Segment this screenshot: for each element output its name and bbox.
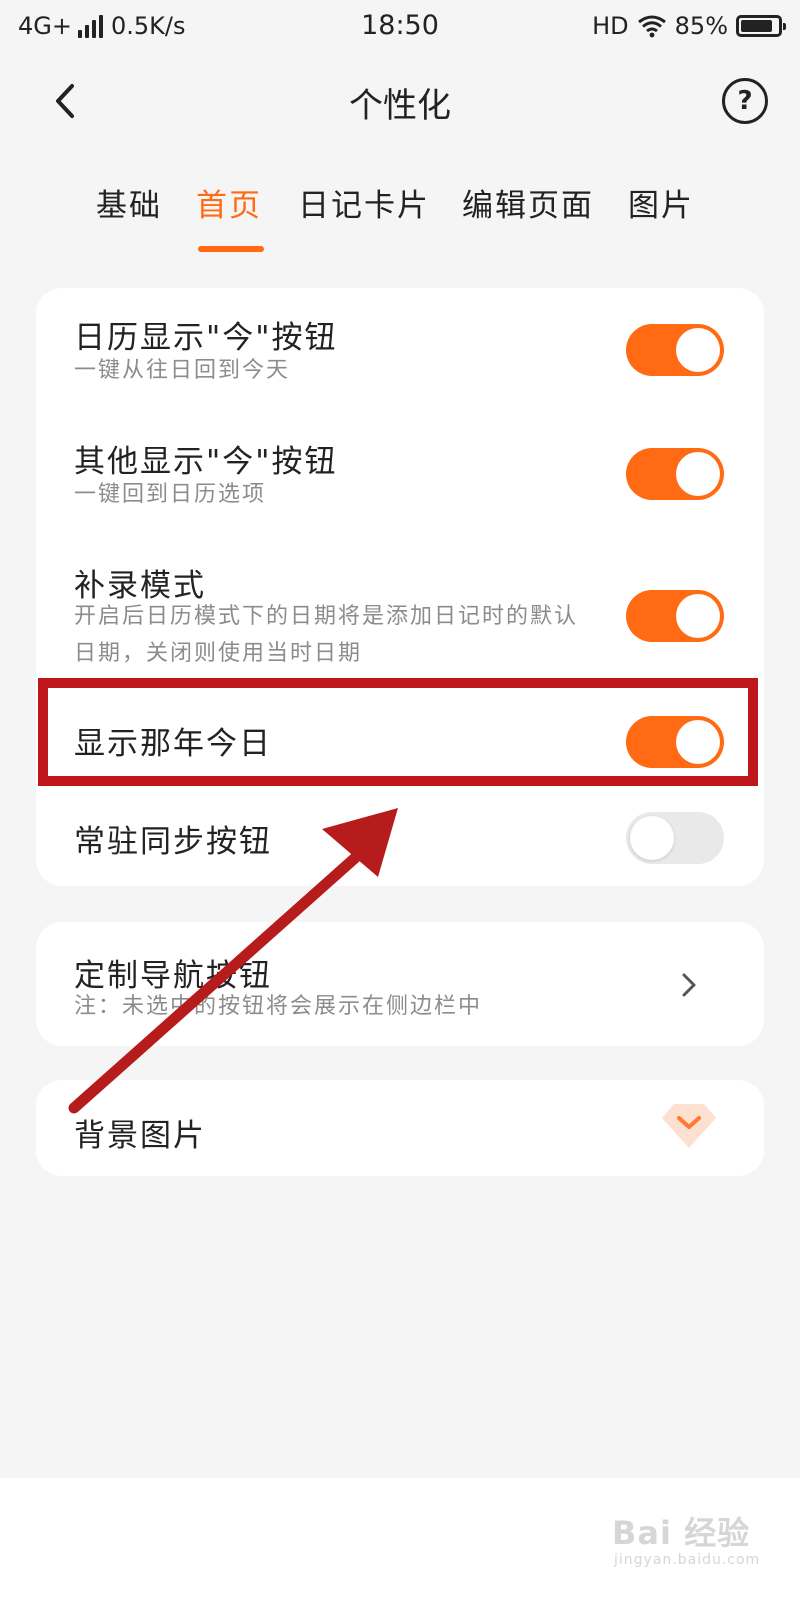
header: 个性化 ? (0, 60, 800, 144)
tab-indicator (198, 246, 264, 252)
setting-title: 日历显示"今"按钮 (74, 320, 338, 356)
hd-indicator: HD (592, 12, 629, 40)
toggle-on-this-day[interactable] (626, 716, 724, 768)
status-bar: 4G+ 0.5K/s 18:50 HD 85% (0, 0, 800, 56)
chevron-right-icon (682, 973, 696, 997)
battery-percent: 85% (674, 12, 728, 40)
setting-title: 常驻同步按钮 (74, 824, 272, 860)
toggle-calendar-today[interactable] (626, 324, 724, 376)
nav-custom-note: 注：未选中的按钮将会展示在侧边栏中 (74, 994, 483, 1019)
setting-subtitle: 一键回到日历选项 (74, 482, 267, 507)
setting-subtitle: 一键从往日回到今天 (74, 358, 291, 383)
setting-row-sync-button[interactable]: 常驻同步按钮 (36, 788, 764, 886)
battery-fill (741, 20, 772, 32)
nav-custom-card[interactable]: 定制导航按钮 注：未选中的按钮将会展示在侧边栏中 (36, 922, 764, 1046)
setting-row-other-today[interactable]: 其他显示"今"按钮 一键回到日历选项 (36, 412, 764, 534)
toggle-knob (676, 452, 720, 496)
toggle-knob (676, 720, 720, 764)
tab-images[interactable]: 图片 (628, 180, 694, 225)
tab-edit-page[interactable]: 编辑页面 (462, 180, 594, 225)
setting-row-on-this-day[interactable]: 显示那年今日 (36, 680, 764, 790)
tab-basic[interactable]: 基础 (96, 180, 162, 225)
setting-title: 显示那年今日 (74, 726, 272, 762)
background-image-card[interactable]: 背景图片 (36, 1080, 764, 1176)
watermark-url: jingyan.baidu.com (614, 1552, 761, 1568)
tab-diary-card[interactable]: 日记卡片 (298, 180, 430, 225)
tab-bar: 基础 首页 日记卡片 编辑页面 图片 (0, 170, 800, 260)
background-image-title: 背景图片 (74, 1118, 206, 1154)
wifi-icon (637, 15, 666, 38)
toggle-other-today[interactable] (626, 448, 724, 500)
toggle-knob (676, 594, 720, 638)
toggle-knob (630, 816, 674, 860)
setting-row-calendar-today[interactable]: 日历显示"今"按钮 一键从往日回到今天 (36, 288, 764, 410)
page-title: 个性化 (349, 86, 451, 126)
status-right: HD 85% (592, 12, 786, 40)
premium-diamond-icon (662, 1104, 716, 1148)
setting-row-backfill-mode[interactable]: 补录模式 开启后日历模式下的日期将是添加日记时的默认日期，关闭则使用当时日期 (36, 536, 764, 676)
tab-home[interactable]: 首页 (196, 180, 262, 225)
help-icon[interactable]: ? (722, 78, 768, 124)
toggle-sync-button[interactable] (626, 812, 724, 864)
watermark-logo: Bai 经验 (612, 1514, 751, 1552)
setting-title: 其他显示"今"按钮 (74, 444, 338, 480)
toggle-backfill-mode[interactable] (626, 590, 724, 642)
setting-subtitle: 开启后日历模式下的日期将是添加日记时的默认日期，关闭则使用当时日期 (74, 604, 579, 666)
settings-card: 日历显示"今"按钮 一键从往日回到今天 其他显示"今"按钮 一键回到日历选项 补… (36, 288, 764, 886)
toggle-knob (676, 328, 720, 372)
battery-icon (736, 15, 786, 37)
